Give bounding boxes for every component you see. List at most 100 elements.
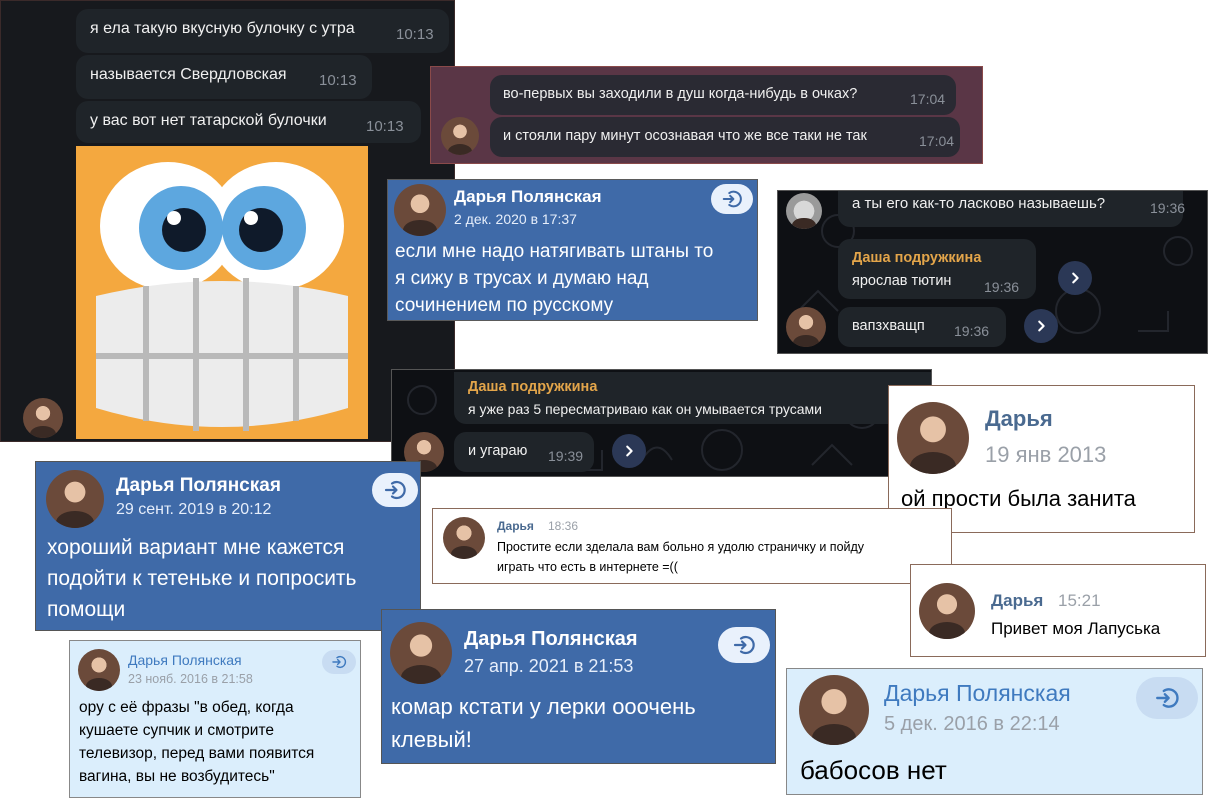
- message-text: ярослав тютин: [852, 273, 952, 289]
- chevron-right-icon: [622, 444, 636, 458]
- share-button[interactable]: [322, 650, 356, 674]
- avatar[interactable]: [786, 307, 826, 347]
- grin-face-icon: [76, 146, 368, 439]
- post-text-line: я сижу в трусах и думаю над: [395, 268, 649, 289]
- chevron-right-icon: [1034, 319, 1048, 333]
- post-text-line: телевизор, перед вами появится: [79, 745, 315, 762]
- message-text-line: Простите если зделала вам больно я удолю…: [497, 540, 865, 554]
- post-date[interactable]: 5 дек. 2016 в 22:14: [884, 713, 1060, 736]
- author-name[interactable]: Дарья: [991, 591, 1043, 611]
- author-name[interactable]: Дарья Полянская: [884, 680, 1071, 707]
- post-date[interactable]: 27 апр. 2021 в 21:53: [464, 656, 633, 677]
- message-text: называется Свердловская: [90, 66, 287, 83]
- vk-post-card-1: Дарья Полянская 2 дек. 2020 в 17:37 если…: [387, 179, 758, 321]
- post-text: бабосов нет: [800, 755, 947, 785]
- avatar[interactable]: [78, 649, 120, 691]
- message-text-line: играть что есть в интернете =((: [497, 560, 678, 574]
- vk-message-card-2: Дарья 18:36 Простите если зделала вам бо…: [432, 508, 952, 584]
- post-text-line: хороший вариант мне кажется: [47, 536, 345, 559]
- avatar[interactable]: [799, 675, 869, 745]
- avatar[interactable]: [441, 117, 479, 155]
- message-time: 15:21: [1058, 591, 1101, 610]
- post-text-line: подойти к тетеньке и попросить: [47, 567, 357, 590]
- author-name[interactable]: Дарья Полянская: [464, 628, 638, 651]
- message-text: я уже раз 5 пересматриваю как он умывает…: [468, 401, 822, 417]
- message-time: 19:36: [954, 323, 990, 339]
- avatar[interactable]: [443, 517, 485, 559]
- message-bubble[interactable]: а ты его как-то ласково называешь? 19:36: [838, 191, 1186, 227]
- message-text: а ты его как-то ласково называешь?: [852, 195, 1106, 212]
- forwarded-message[interactable]: Даша подружкина ярослав тютин 19:36: [838, 239, 1036, 299]
- post-text-line: вагина, вы не возбудитесь": [79, 768, 275, 785]
- post-text-line: помощи: [47, 598, 126, 621]
- telegram-chat-card-2: во-первых вы заходили в душ когда-нибудь…: [430, 66, 983, 164]
- post-text-line: клевый!: [391, 727, 472, 752]
- message-text: во-первых вы заходили в душ когда-нибудь…: [503, 86, 858, 102]
- author-name[interactable]: Дарья Полянская: [454, 187, 602, 207]
- vk-post-card-4: Дарья Полянская 27 апр. 2021 в 21:53 ком…: [381, 609, 776, 764]
- smiling-sticker[interactable]: [76, 146, 368, 439]
- avatar[interactable]: [390, 622, 452, 684]
- message-time: 10:13: [319, 72, 357, 89]
- chevron-right-icon: [1068, 271, 1082, 285]
- avatar[interactable]: [394, 184, 446, 236]
- message-time: 18:36: [548, 519, 579, 533]
- message-text: Привет моя Лапуська: [991, 619, 1161, 638]
- message-bubble[interactable]: я ела такую вкусную булочку с утра 10:13: [76, 9, 449, 53]
- message-bubble[interactable]: называется Свердловская 10:13: [76, 55, 372, 99]
- message-text: и стояли пару минут осознавая что же все…: [503, 128, 867, 144]
- vk-message-card-3: Дарья 15:21 Привет моя Лапуська: [910, 564, 1206, 657]
- message-time: 19:39: [548, 448, 584, 464]
- share-button[interactable]: [711, 184, 753, 214]
- message-time: 17:04: [919, 133, 955, 149]
- post-date[interactable]: 23 нояб. 2016 в 21:58: [128, 672, 253, 686]
- post-text-line: сочинением по русскому: [395, 295, 614, 316]
- author-name[interactable]: Дарья Полянская: [128, 652, 242, 668]
- forward-button[interactable]: [1024, 309, 1058, 343]
- avatar[interactable]: [23, 398, 63, 438]
- message-text: вапзхващп: [852, 318, 925, 334]
- share-button[interactable]: [718, 627, 770, 663]
- share-icon: [721, 188, 743, 210]
- message-time: 10:13: [396, 26, 434, 43]
- avatar[interactable]: [46, 470, 104, 528]
- telegram-chat-card-4: Даша подружкина я уже раз 5 пересматрива…: [391, 369, 932, 477]
- vk-post-card-3: Дарья Полянская 23 нояб. 2016 в 21:58 ор…: [69, 640, 361, 798]
- vk-post-card-5: Дарья Полянская 5 дек. 2016 в 22:14 бабо…: [786, 668, 1203, 795]
- vk-post-card-2: Дарья Полянская 29 сент. 2019 в 20:12 хо…: [35, 461, 421, 631]
- author-name[interactable]: Дарья Полянская: [116, 475, 281, 497]
- forwarded-message[interactable]: Даша подружкина я уже раз 5 пересматрива…: [454, 372, 931, 424]
- post-date[interactable]: 29 сент. 2019 в 20:12: [116, 501, 271, 519]
- message-time: 19:36: [984, 279, 1020, 295]
- post-text-line: ору с её фразы "в обед, когда: [79, 699, 294, 716]
- message-bubble[interactable]: и угараю 19:39: [454, 432, 594, 472]
- message-bubble[interactable]: у вас вот нет татарской булочки 10:13: [76, 101, 421, 143]
- share-icon: [383, 478, 407, 502]
- author-name[interactable]: Дарья: [497, 519, 534, 533]
- post-text-line: если мне надо натягивать штаны то: [395, 241, 714, 262]
- avatar[interactable]: [897, 402, 969, 474]
- post-text-line: комар кстати у лерки ооочень: [391, 694, 696, 719]
- telegram-chat-card-3: а ты его как-то ласково называешь? 19:36…: [777, 190, 1208, 354]
- message-text: у вас вот нет татарской булочки: [90, 112, 327, 129]
- message-bubble[interactable]: и стояли пару минут осознавая что же все…: [490, 117, 960, 157]
- message-text: и угараю: [468, 443, 528, 459]
- message-date: 19 янв 2013: [985, 442, 1107, 467]
- forward-author[interactable]: Даша подружкина: [852, 250, 981, 266]
- forward-button[interactable]: [612, 434, 646, 468]
- author-name[interactable]: Дарья: [985, 406, 1053, 432]
- avatar[interactable]: [919, 583, 975, 639]
- message-time: 10:13: [366, 118, 404, 135]
- message-time: 19:36: [1150, 200, 1186, 216]
- share-button[interactable]: [372, 473, 418, 507]
- forward-button[interactable]: [1058, 261, 1092, 295]
- avatar[interactable]: [786, 193, 822, 229]
- message-bubble[interactable]: вапзхващп 19:36: [838, 307, 1006, 347]
- message-bubble[interactable]: во-первых вы заходили в душ когда-нибудь…: [490, 75, 956, 115]
- message-time: 17:04: [910, 91, 946, 107]
- forward-author[interactable]: Даша подружкина: [468, 379, 597, 395]
- message-text: я ела такую вкусную булочку с утра: [90, 20, 355, 37]
- share-icon: [331, 654, 347, 670]
- post-date[interactable]: 2 дек. 2020 в 17:37: [454, 211, 577, 227]
- share-button[interactable]: [1136, 677, 1198, 719]
